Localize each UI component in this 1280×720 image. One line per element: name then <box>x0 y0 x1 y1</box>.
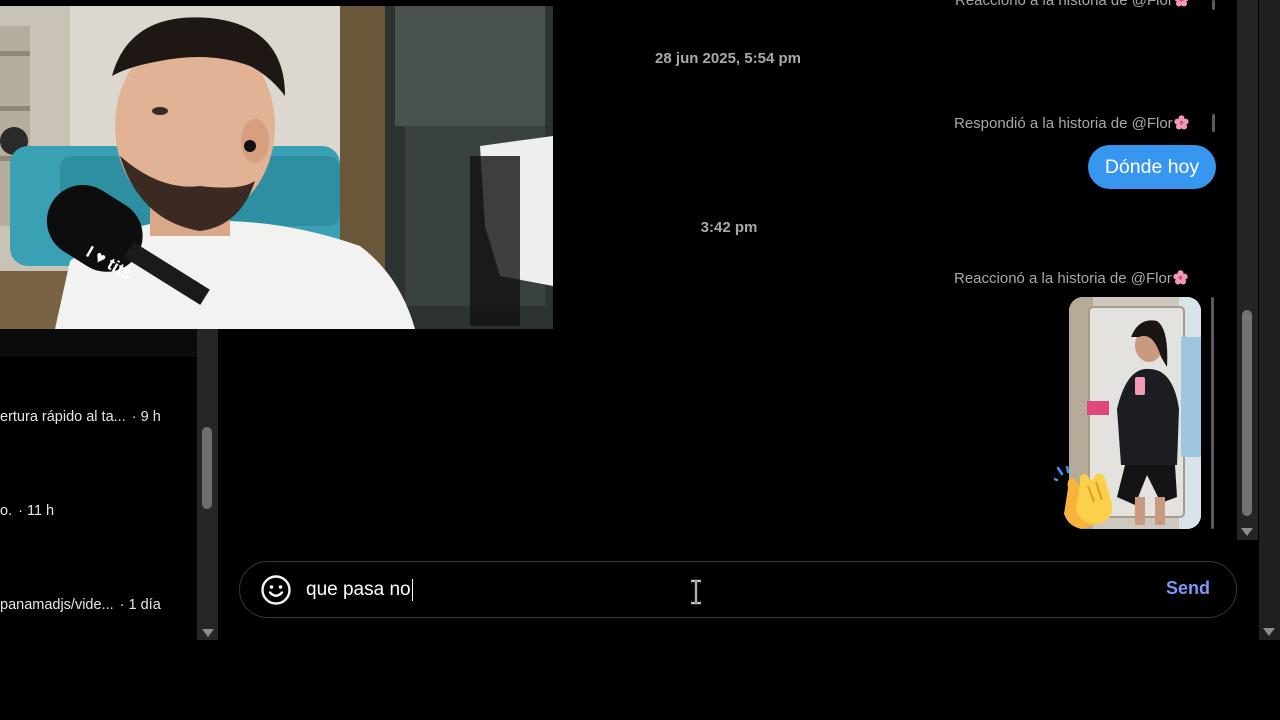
context-text: Reaccionó a la historia de @Flor <box>955 0 1173 9</box>
message-context-label: Respondió a la historia de @Flor <box>954 115 1189 132</box>
ibeam-cursor-icon <box>691 579 701 605</box>
conversation-list: ertura rápido al ta... · 9 h o. · 11 h p… <box>0 357 197 640</box>
smiley-face-icon[interactable] <box>260 574 292 606</box>
message-input[interactable]: que pasa no <box>306 576 906 604</box>
bottom-area <box>218 640 1280 720</box>
chat-scrollbar[interactable] <box>1237 0 1258 540</box>
clapping-hands-icon <box>1054 466 1113 529</box>
scroll-down-arrow-icon[interactable] <box>1263 628 1275 636</box>
list-item-time: · 9 h <box>131 409 161 425</box>
story-reply-line <box>1212 0 1215 10</box>
scrollbar-thumb[interactable] <box>1242 310 1252 516</box>
webcam-overlay: I ♥ tits <box>0 6 553 329</box>
date-separator: 28 jun 2025, 5:54 pm <box>655 50 801 67</box>
scroll-down-arrow-icon[interactable] <box>1241 528 1253 536</box>
list-item-snippet: ertura rápido al ta... <box>0 409 126 425</box>
list-item-time: · 11 h <box>18 503 55 519</box>
date-separator: 3:42 pm <box>700 219 758 236</box>
story-reply-line <box>1211 297 1214 529</box>
message-context-label: Reaccionó a la historia de @Flor <box>954 270 1188 287</box>
page-scrollbar[interactable] <box>1259 0 1280 640</box>
list-item-time: · 1 día <box>119 597 161 613</box>
message-input-value: que pasa no <box>306 579 411 600</box>
cherry-blossom-icon <box>1174 115 1189 130</box>
left-panel-header <box>0 329 218 359</box>
message-context-label: Reaccionó a la historia de @Flor <box>955 0 1189 9</box>
story-reply-line <box>1212 114 1215 132</box>
webcam-scene: I ♥ tits <box>0 6 553 329</box>
list-item[interactable]: ertura rápido al ta... · 9 h <box>0 406 197 428</box>
cherry-blossom-icon <box>1173 270 1188 285</box>
context-text: Respondió a la historia de @Flor <box>954 115 1173 132</box>
sent-message-bubble[interactable]: Dónde hoy <box>1088 145 1216 189</box>
list-item[interactable]: o. · 11 h <box>0 500 197 522</box>
list-item-snippet: panamadjs/vide... <box>0 597 114 613</box>
list-item-snippet: o. <box>0 503 13 519</box>
cherry-blossom-icon <box>1174 0 1189 7</box>
message-composer: que pasa no <box>239 561 1237 618</box>
conversation-list-scrollbar[interactable] <box>197 329 218 640</box>
list-item[interactable]: panamadjs/vide... · 1 día <box>0 594 197 616</box>
scroll-down-arrow-icon[interactable] <box>202 629 214 637</box>
send-button[interactable]: Send <box>1166 578 1210 599</box>
scrollbar-thumb[interactable] <box>202 427 212 509</box>
context-text: Reaccionó a la historia de @Flor <box>954 270 1172 287</box>
text-caret <box>411 579 414 601</box>
